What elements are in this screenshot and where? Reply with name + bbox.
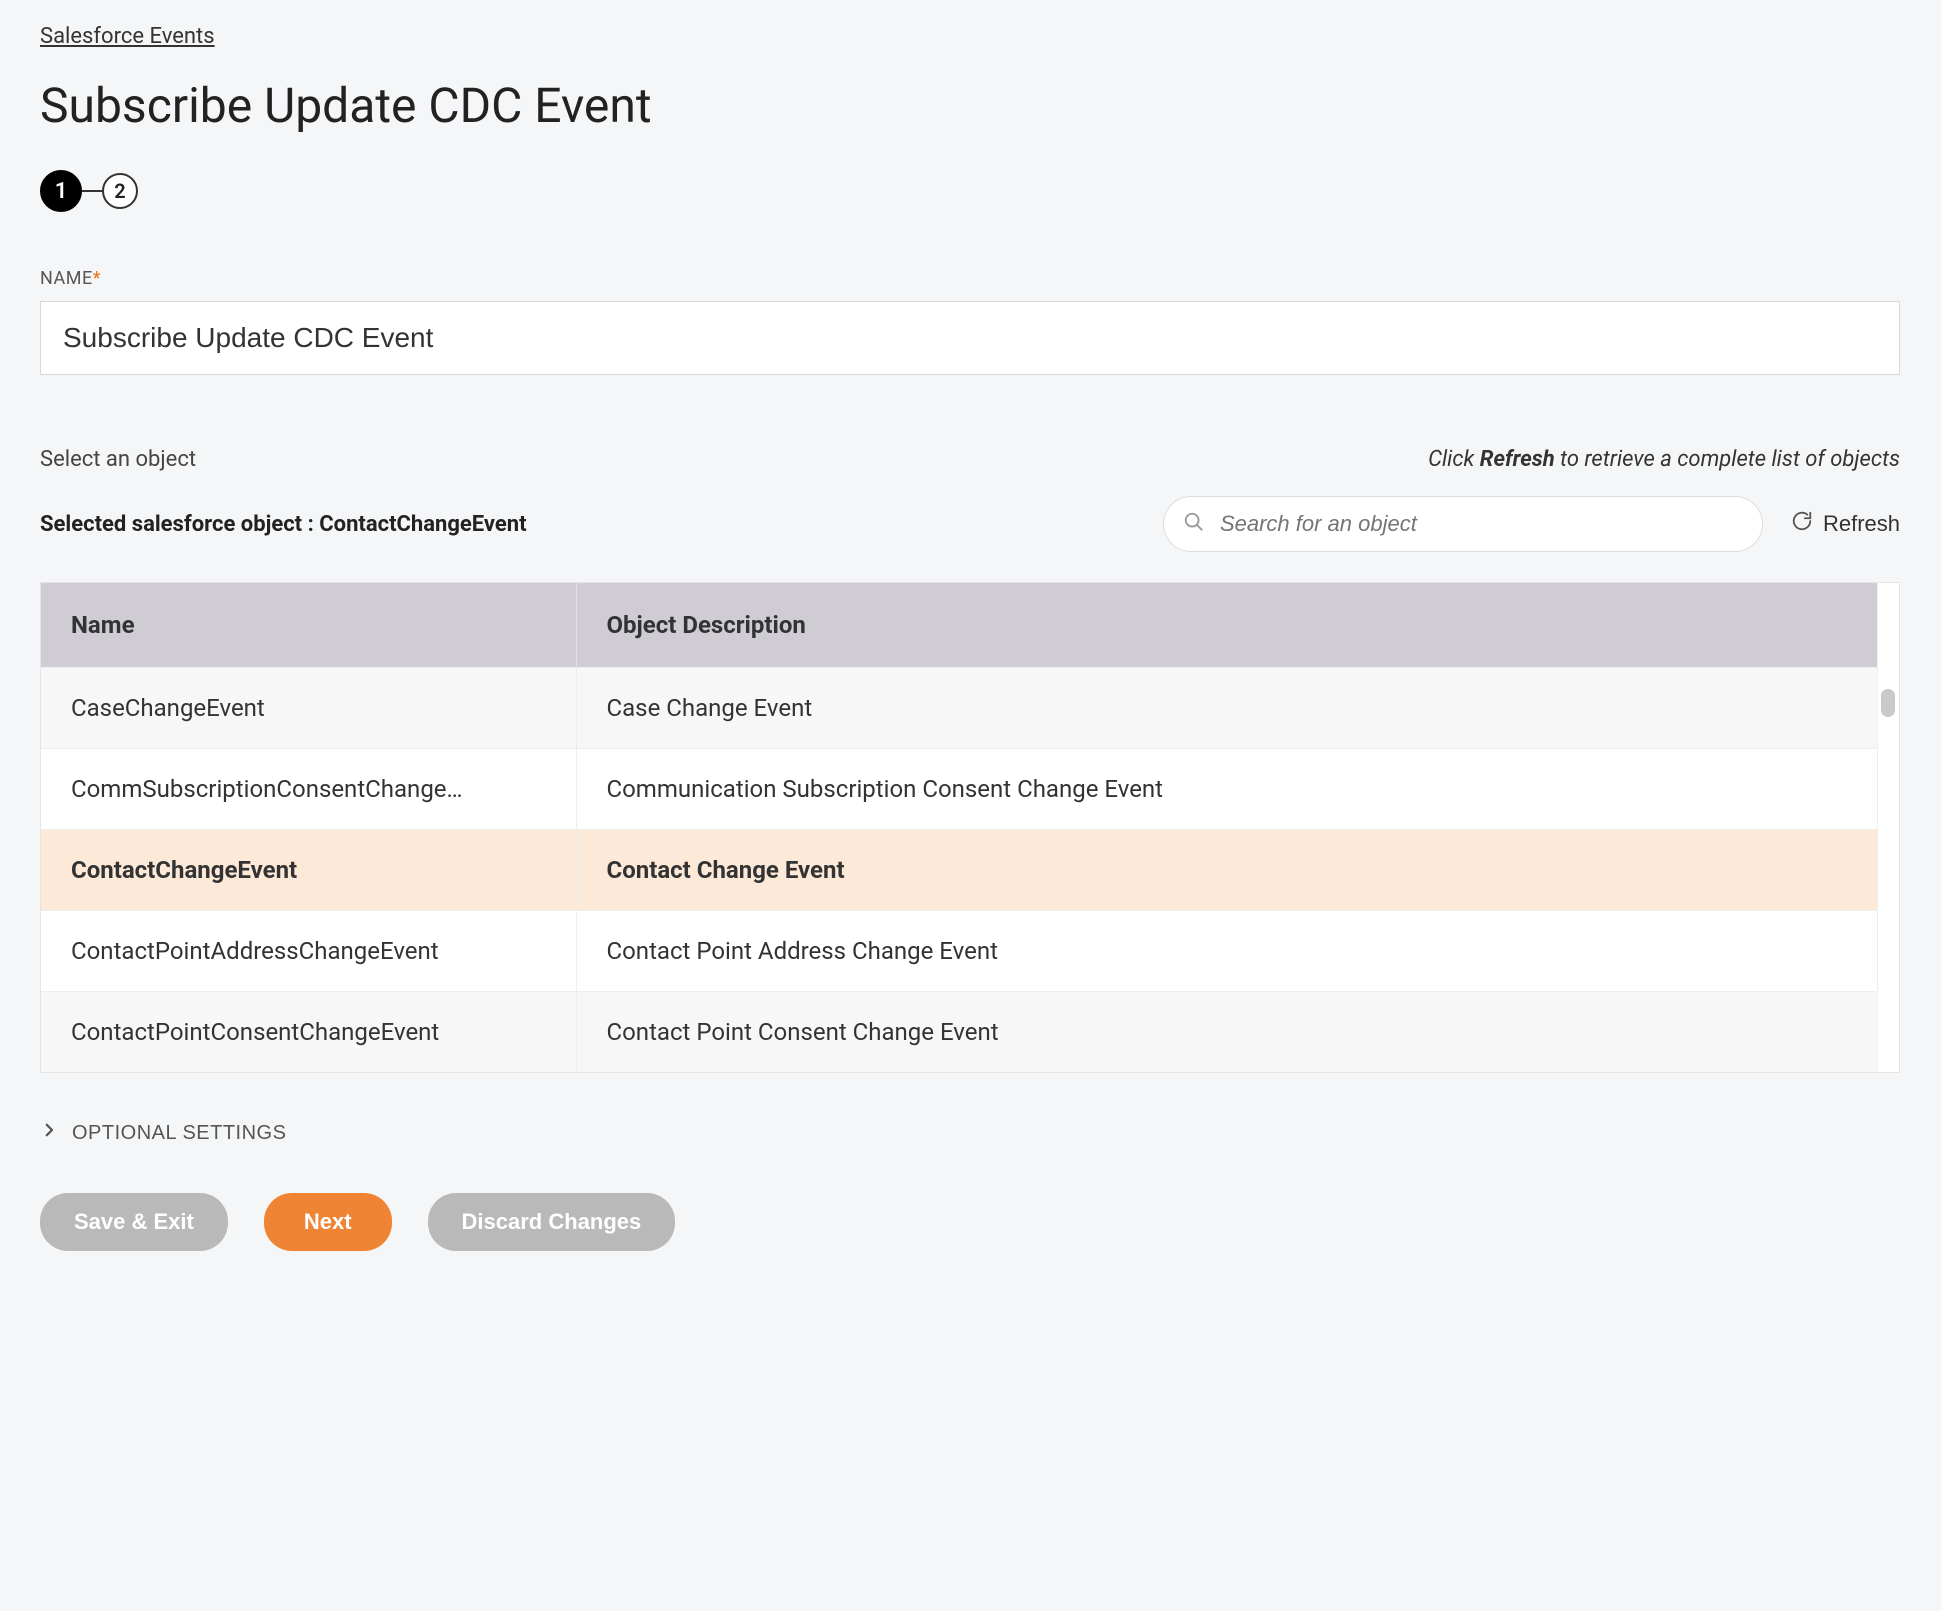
scrollbar-thumb[interactable] bbox=[1881, 689, 1895, 717]
table-row[interactable]: ContactPointAddressChangeEventContact Po… bbox=[41, 911, 1877, 992]
hint-suffix: to retrieve a complete list of objects bbox=[1555, 447, 1900, 472]
selected-object: Selected salesforce object : ContactChan… bbox=[40, 512, 527, 537]
cell-description: Contact Point Address Change Event bbox=[576, 911, 1877, 992]
required-asterisk: * bbox=[93, 268, 101, 289]
step-2[interactable]: 2 bbox=[102, 173, 138, 209]
select-object-label: Select an object bbox=[40, 447, 196, 472]
cell-name: CaseChangeEvent bbox=[41, 668, 576, 749]
name-label: NAME* bbox=[40, 268, 1901, 289]
optional-settings-label: OPTIONAL SETTINGS bbox=[72, 1122, 286, 1145]
object-table-container: Name Object Description CaseChangeEventC… bbox=[40, 582, 1900, 1073]
search-icon bbox=[1183, 511, 1205, 537]
hint-prefix: Click bbox=[1428, 447, 1480, 472]
search-input[interactable] bbox=[1163, 496, 1763, 552]
cell-description: Communication Subscription Consent Chang… bbox=[576, 749, 1877, 830]
table-row[interactable]: CommSubscriptionConsentChange…Communicat… bbox=[41, 749, 1877, 830]
selected-value: ContactChangeEvent bbox=[319, 512, 526, 537]
discard-button[interactable]: Discard Changes bbox=[428, 1193, 676, 1251]
table-row[interactable]: ContactPointConsentChangeEventContact Po… bbox=[41, 992, 1877, 1073]
cell-description: Contact Point Consent Change Event bbox=[576, 992, 1877, 1073]
refresh-button[interactable]: Refresh bbox=[1791, 510, 1900, 538]
refresh-icon bbox=[1791, 510, 1813, 538]
name-input[interactable] bbox=[40, 301, 1900, 375]
cell-name: ContactPointConsentChangeEvent bbox=[41, 992, 576, 1073]
search-wrapper bbox=[1163, 496, 1763, 552]
cell-name: ContactChangeEvent bbox=[41, 830, 576, 911]
next-button[interactable]: Next bbox=[264, 1193, 392, 1251]
col-header-description[interactable]: Object Description bbox=[576, 583, 1877, 668]
table-row[interactable]: CaseChangeEventCase Change Event bbox=[41, 668, 1877, 749]
object-table: Name Object Description CaseChangeEventC… bbox=[41, 583, 1877, 1072]
scrollbar-track[interactable] bbox=[1877, 583, 1899, 1072]
page-title: Subscribe Update CDC Event bbox=[40, 77, 1901, 134]
cell-name: ContactPointAddressChangeEvent bbox=[41, 911, 576, 992]
selected-prefix: Selected salesforce object : bbox=[40, 512, 319, 537]
hint-bold: Refresh bbox=[1480, 447, 1555, 472]
cell-description: Case Change Event bbox=[576, 668, 1877, 749]
step-connector bbox=[82, 190, 102, 192]
breadcrumb-link[interactable]: Salesforce Events bbox=[40, 24, 215, 49]
cell-description: Contact Change Event bbox=[576, 830, 1877, 911]
refresh-label: Refresh bbox=[1823, 511, 1900, 537]
optional-settings-toggle[interactable]: OPTIONAL SETTINGS bbox=[40, 1121, 286, 1145]
name-label-text: NAME bbox=[40, 268, 93, 289]
step-1[interactable]: 1 bbox=[40, 170, 82, 212]
refresh-hint: Click Refresh to retrieve a complete lis… bbox=[1428, 447, 1900, 472]
col-header-name[interactable]: Name bbox=[41, 583, 576, 668]
chevron-right-icon bbox=[40, 1121, 58, 1145]
stepper: 1 2 bbox=[40, 170, 1901, 212]
footer-buttons: Save & Exit Next Discard Changes bbox=[40, 1193, 1901, 1251]
table-row[interactable]: ContactChangeEventContact Change Event bbox=[41, 830, 1877, 911]
cell-name: CommSubscriptionConsentChange… bbox=[41, 749, 576, 830]
save-exit-button[interactable]: Save & Exit bbox=[40, 1193, 228, 1251]
